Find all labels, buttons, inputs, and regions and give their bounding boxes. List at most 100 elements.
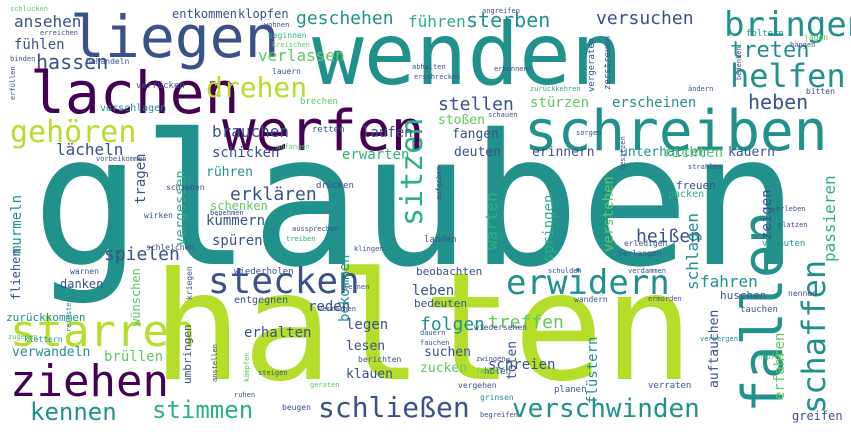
cloud-word: klopfen [238, 7, 289, 21]
cloud-word: beobachten [416, 265, 483, 278]
cloud-word: angreifen [482, 7, 520, 15]
cloud-word: hüpfen [758, 353, 784, 361]
cloud-word: zurückkehren [530, 85, 581, 93]
cloud-word: flüstern [585, 336, 601, 404]
cloud-word: warnen [70, 267, 99, 276]
cloud-word: stimmen [152, 396, 254, 424]
cloud-word: kreischen [272, 41, 310, 49]
cloud-word: vorschlagen [100, 103, 167, 114]
cloud-word: versuchen [596, 8, 694, 29]
cloud-word: zeigen [759, 189, 775, 240]
cloud-word: erreichen [40, 29, 78, 37]
cloud-word: schaffen [795, 259, 833, 414]
cloud-word: lauern [272, 67, 301, 76]
cloud-word: legen [346, 317, 389, 333]
cloud-word: fliehen [9, 249, 23, 300]
cloud-word: zucken [420, 361, 467, 376]
cloud-word: bedeuten [414, 297, 467, 310]
cloud-word: binden [10, 55, 36, 63]
cloud-word: aussprechen [292, 225, 339, 233]
cloud-word: vermuten [762, 239, 806, 249]
cloud-word: verraten [648, 381, 692, 391]
cloud-word: wiederholen [234, 267, 294, 277]
cloud-word: vermachen [318, 305, 356, 313]
cloud-word: auftauchen [707, 309, 722, 388]
cloud-word: leben [412, 283, 455, 299]
cloud-word: drücken [316, 181, 354, 191]
cloud-word: springen [541, 194, 557, 262]
cloud-word: schleichen [146, 243, 195, 252]
cloud-word: umbringen [181, 324, 194, 384]
cloud-word: stürzen [530, 95, 590, 111]
cloud-word: schicken [212, 145, 280, 161]
cloud-word: wiedersehen [474, 323, 527, 332]
cloud-word: ruhen [234, 391, 256, 399]
cloud-word: vorbeikommen [96, 155, 147, 163]
cloud-word: erinnern [532, 145, 595, 160]
cloud-word: verbergen [700, 335, 738, 343]
cloud-word: nennen [788, 289, 817, 298]
cloud-word: spüren [212, 233, 263, 249]
cloud-word: fahren [700, 272, 758, 291]
cloud-word: brauchen [212, 122, 290, 141]
cloud-word: fauchen [420, 339, 450, 347]
cloud-word: foltern [746, 29, 784, 39]
cloud-word: fassen [476, 367, 502, 375]
cloud-word: heben [748, 90, 809, 114]
cloud-word: planen [554, 385, 587, 395]
cloud-word: wohnen [264, 21, 290, 29]
cloud-word: strahlen [688, 163, 722, 171]
cloud-word: verschwinden [512, 394, 700, 424]
cloud-word: wirken [144, 211, 173, 220]
cloud-word: verstehen [601, 176, 617, 252]
cloud-word: beugen [282, 403, 311, 412]
cloud-word: erkennen [494, 65, 528, 73]
cloud-word: zerstreuen [603, 35, 613, 90]
cloud-word: erfüllen [9, 66, 17, 100]
cloud-word: benehmen [210, 209, 244, 217]
cloud-word: kennen [30, 398, 117, 426]
cloud-word: ändern [688, 85, 714, 93]
cloud-word: erledigen [624, 239, 668, 248]
cloud-word: erwarten [342, 147, 410, 163]
cloud-word: verdammen [628, 267, 666, 275]
cloud-word: dauern [420, 329, 446, 337]
cloud-word: lernen [344, 283, 370, 291]
cloud-word: ansehen [14, 12, 82, 31]
cloud-word: huschen [720, 289, 767, 302]
cloud-word: zwingen [476, 355, 506, 363]
cloud-word: bitten [806, 87, 835, 96]
cloud-word: wünschen [129, 268, 143, 326]
cloud-word: entkommen [172, 7, 238, 21]
cloud-word: erschrecken [414, 73, 461, 81]
cloud-word: lesen [346, 339, 386, 354]
cloud-word: zurückkommen [6, 311, 86, 324]
cloud-word: bedenken [735, 46, 743, 80]
cloud-word: geraten [310, 381, 340, 389]
cloud-word: erhalten [244, 325, 312, 341]
cloud-word: kauern [728, 145, 775, 160]
cloud-word: tauchen [740, 305, 778, 315]
cloud-word: passieren [820, 175, 839, 262]
cloud-word: anfangen [276, 143, 310, 151]
cloud-word: erleben [776, 205, 806, 213]
cloud-word: vergehen [458, 381, 497, 390]
cloud-word: entgegnen [234, 295, 289, 306]
cloud-word: richten [664, 145, 724, 161]
cloud-word: sorgen [576, 129, 602, 137]
cloud-word: bringen [724, 5, 851, 45]
cloud-word: deuten [454, 145, 501, 160]
cloud-word: schlagen [683, 212, 702, 290]
cloud-word: ermorden [648, 295, 682, 303]
cloud-word: drehen [206, 71, 308, 104]
cloud-word: abhalten [412, 63, 446, 71]
cloud-word: steigen [258, 369, 288, 377]
cloud-word: aufgeben [435, 166, 443, 200]
cloud-word: verrücken [136, 81, 185, 91]
cloud-word: vergeraten [587, 37, 597, 92]
cloud-word: schließen [318, 391, 470, 424]
cloud-word: schauen [488, 111, 518, 119]
cloud-word: verwandeln [12, 345, 91, 360]
cloud-word: behandeln [86, 57, 130, 66]
cloud-word: führen [408, 12, 466, 31]
